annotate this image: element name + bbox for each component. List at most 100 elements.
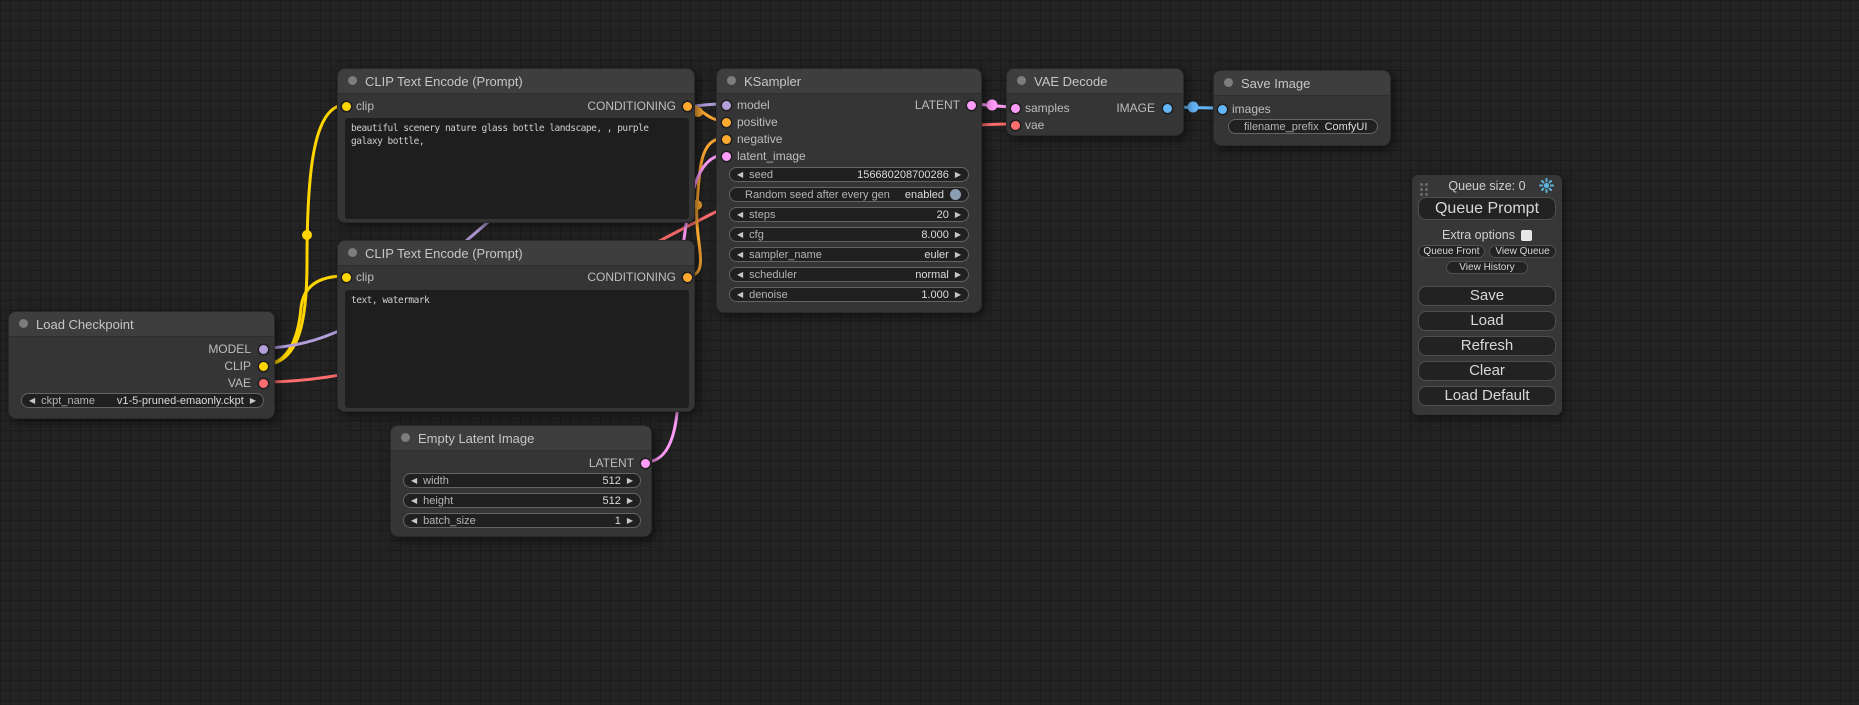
increment-arrow-icon[interactable]: ▶ [955, 211, 961, 219]
widget-seed[interactable]: ◀ seed 156680208700286 ▶ [729, 167, 969, 182]
input-port-model[interactable] [722, 101, 731, 110]
widget-label: seed [749, 169, 773, 181]
clear-button[interactable]: Clear [1418, 361, 1556, 381]
prompt-textarea[interactable]: text, watermark [345, 290, 689, 408]
view-queue-button[interactable]: View Queue [1489, 245, 1556, 258]
decrement-arrow-icon[interactable]: ◀ [411, 497, 417, 505]
input-port-latent-image[interactable] [722, 152, 731, 161]
input-label-clip: clip [356, 99, 374, 113]
toggle-knob-icon[interactable] [950, 189, 961, 200]
widget-label: scheduler [749, 269, 797, 281]
widget-value: 20 [937, 209, 949, 221]
increment-arrow-icon[interactable]: ▶ [955, 251, 961, 259]
increment-arrow-icon[interactable]: ▶ [627, 477, 633, 485]
widget-denoise[interactable]: ◀ denoise 1.000 ▶ [729, 287, 969, 302]
link-dot-latent [987, 100, 998, 111]
widget-ckpt-name[interactable]: ◀ ckpt_name v1-5-pruned-emaonly.ckpt ▶ [21, 393, 264, 408]
output-port-model[interactable] [259, 345, 268, 354]
collapse-dot-icon[interactable] [727, 76, 736, 85]
increment-arrow-icon[interactable]: ▶ [955, 171, 961, 179]
output-port-latent[interactable] [967, 101, 976, 110]
input-port-positive[interactable] [722, 118, 731, 127]
node-titlebar[interactable]: CLIP Text Encode (Prompt) [338, 241, 694, 266]
input-port-images[interactable] [1218, 105, 1227, 114]
input-port-clip[interactable] [342, 273, 351, 282]
settings-gear-icon[interactable] [1539, 178, 1554, 193]
node-vae-decode[interactable]: VAE Decode samples vae IMAGE [1006, 68, 1184, 136]
decrement-arrow-icon[interactable]: ◀ [737, 291, 743, 299]
decrement-arrow-icon[interactable]: ◀ [737, 231, 743, 239]
input-port-samples[interactable] [1011, 104, 1020, 113]
link-dot-clip [302, 230, 312, 240]
increment-arrow-icon[interactable]: ▶ [955, 291, 961, 299]
increment-arrow-icon[interactable]: ▶ [627, 497, 633, 505]
output-port-clip[interactable] [259, 362, 268, 371]
widget-filename-prefix[interactable]: filename_prefix ComfyUI [1228, 119, 1378, 134]
node-ksampler[interactable]: KSampler model positive negative latent_… [716, 68, 982, 313]
save-button[interactable]: Save [1418, 286, 1556, 306]
increment-arrow-icon[interactable]: ▶ [955, 231, 961, 239]
collapse-dot-icon[interactable] [401, 433, 410, 442]
node-load-checkpoint[interactable]: Load Checkpoint MODEL CLIP VAE ◀ ckpt_na… [8, 311, 275, 419]
output-port-conditioning[interactable] [683, 102, 692, 111]
decrement-arrow-icon[interactable]: ◀ [29, 397, 35, 405]
widget-cfg[interactable]: ◀ cfg 8.000 ▶ [729, 227, 969, 242]
node-title: KSampler [744, 74, 801, 89]
prompt-textarea[interactable]: beautiful scenery nature glass bottle la… [345, 118, 689, 219]
widget-width[interactable]: ◀ width 512 ▶ [403, 473, 641, 488]
extra-options-text: Extra options [1442, 228, 1515, 242]
widget-scheduler[interactable]: ◀ scheduler normal ▶ [729, 267, 969, 282]
widget-label: Random seed after every gen [745, 189, 890, 201]
collapse-dot-icon[interactable] [348, 76, 357, 85]
input-port-vae[interactable] [1011, 121, 1020, 130]
decrement-arrow-icon[interactable]: ◀ [737, 251, 743, 259]
increment-arrow-icon[interactable]: ▶ [627, 517, 633, 525]
node-save-image[interactable]: Save Image images filename_prefix ComfyU… [1213, 70, 1391, 146]
output-port-vae[interactable] [259, 379, 268, 388]
load-default-button[interactable]: Load Default [1418, 386, 1556, 406]
decrement-arrow-icon[interactable]: ◀ [411, 517, 417, 525]
decrement-arrow-icon[interactable]: ◀ [411, 477, 417, 485]
widget-label: cfg [749, 229, 764, 241]
node-titlebar[interactable]: Load Checkpoint [9, 312, 274, 337]
output-port-conditioning[interactable] [683, 273, 692, 282]
output-port-latent[interactable] [641, 459, 650, 468]
input-port-clip[interactable] [342, 102, 351, 111]
decrement-arrow-icon[interactable]: ◀ [737, 171, 743, 179]
extra-options-label: Extra options [1412, 228, 1562, 242]
widget-steps[interactable]: ◀ steps 20 ▶ [729, 207, 969, 222]
decrement-arrow-icon[interactable]: ◀ [737, 271, 743, 279]
node-titlebar[interactable]: VAE Decode [1007, 69, 1183, 94]
increment-arrow-icon[interactable]: ▶ [955, 271, 961, 279]
node-clip-text-encode-negative[interactable]: CLIP Text Encode (Prompt) clip CONDITION… [337, 240, 695, 412]
increment-arrow-icon[interactable]: ▶ [250, 397, 256, 405]
widget-sampler-name[interactable]: ◀ sampler_name euler ▶ [729, 247, 969, 262]
collapse-dot-icon[interactable] [19, 319, 28, 328]
node-titlebar[interactable]: Empty Latent Image [391, 426, 651, 451]
input-port-negative[interactable] [722, 135, 731, 144]
decrement-arrow-icon[interactable]: ◀ [737, 211, 743, 219]
node-titlebar[interactable]: CLIP Text Encode (Prompt) [338, 69, 694, 94]
widget-label: batch_size [423, 515, 476, 527]
queue-prompt-button[interactable]: Queue Prompt [1418, 197, 1556, 220]
node-title: CLIP Text Encode (Prompt) [365, 74, 523, 89]
view-history-button[interactable]: View History [1446, 261, 1528, 274]
queue-front-button[interactable]: Queue Front [1418, 245, 1485, 258]
collapse-dot-icon[interactable] [1017, 76, 1026, 85]
node-titlebar[interactable]: KSampler [717, 69, 981, 94]
widget-height[interactable]: ◀ height 512 ▶ [403, 493, 641, 508]
widget-random-seed-toggle[interactable]: Random seed after every gen enabled [729, 187, 969, 202]
node-titlebar[interactable]: Save Image [1214, 71, 1390, 96]
widget-batch-size[interactable]: ◀ batch_size 1 ▶ [403, 513, 641, 528]
load-button[interactable]: Load [1418, 311, 1556, 331]
collapse-dot-icon[interactable] [1224, 78, 1233, 87]
node-title: VAE Decode [1034, 74, 1107, 89]
node-empty-latent-image[interactable]: Empty Latent Image LATENT ◀ width 512 ▶ … [390, 425, 652, 537]
extra-options-checkbox[interactable] [1521, 230, 1532, 241]
node-title: Load Checkpoint [36, 317, 134, 332]
collapse-dot-icon[interactable] [348, 248, 357, 257]
output-port-image[interactable] [1163, 104, 1172, 113]
node-clip-text-encode-positive[interactable]: CLIP Text Encode (Prompt) clip CONDITION… [337, 68, 695, 223]
refresh-button[interactable]: Refresh [1418, 336, 1556, 356]
node-title: Empty Latent Image [418, 431, 534, 446]
